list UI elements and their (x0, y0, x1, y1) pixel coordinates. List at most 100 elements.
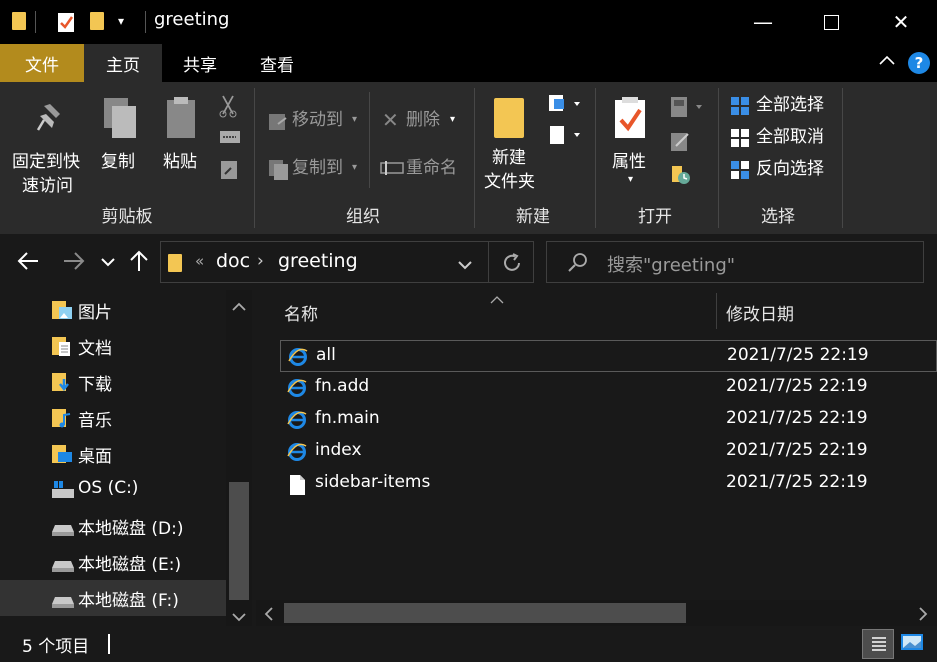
file-row[interactable]: fn.main 2021/7/25 22:19 (280, 404, 937, 436)
breadcrumb-greeting[interactable]: greeting (278, 250, 358, 272)
sidebar-item-os-c[interactable]: OS (C:) (0, 472, 226, 508)
properties-button[interactable]: 属性 ▾ (604, 88, 660, 196)
folder-icon (168, 254, 182, 272)
ribbon: 固定到快 速访问 复制 粘贴 剪贴板 移动到 ▾ 复制到 ▾ ✕ 删除 ▾ 重命… (0, 82, 937, 234)
invert-selection-button[interactable]: 反向选择 (728, 156, 838, 184)
pin-to-quick-access-button[interactable]: 固定到快 速访问 (8, 88, 92, 196)
minimize-button[interactable]: — (728, 0, 798, 44)
move-to-button[interactable]: 移动到 ▾ (264, 104, 364, 136)
open-icon[interactable] (670, 96, 706, 122)
pin-icon (34, 98, 66, 138)
properties-label: 属性 (612, 152, 646, 172)
ie-html-icon (287, 442, 307, 462)
sidebar-scrollbar[interactable] (226, 290, 252, 626)
file-row[interactable]: sidebar-items 2021/7/25 22:19 (280, 468, 937, 500)
sidebar-item-label: 本地磁盘 (F:) (78, 591, 179, 611)
file-list: 名称 修改日期 all 2021/7/25 22:19 fn.add 2021/… (256, 290, 937, 626)
move-to-label: 移动到 (292, 110, 343, 130)
details-view-button[interactable] (862, 629, 894, 659)
file-date: 2021/7/25 22:19 (726, 440, 868, 460)
new-folder-quick-icon[interactable] (90, 12, 104, 30)
select-all-button[interactable]: 全部选择 (728, 92, 838, 120)
tab-share[interactable]: 共享 (162, 44, 238, 82)
sidebar-item-label: 本地磁盘 (E:) (78, 555, 182, 575)
group-label-organize: 组织 (346, 207, 380, 227)
properties-quick-icon[interactable] (57, 11, 75, 33)
copy-path-icon[interactable] (219, 128, 241, 150)
cut-icon[interactable] (219, 94, 239, 122)
large-icons-view-button[interactable] (900, 632, 924, 656)
maximize-button[interactable] (796, 0, 866, 44)
group-separator (718, 88, 719, 228)
paste-shortcut-icon[interactable] (219, 158, 239, 184)
sidebar-item-drive-e[interactable]: 本地磁盘 (E:) (0, 544, 226, 580)
address-bar[interactable]: « doc › greeting (160, 241, 534, 283)
new-folder-button[interactable]: 新建 文件夹 (480, 88, 542, 196)
up-icon[interactable] (128, 249, 150, 277)
large-icons-view-icon (901, 634, 923, 650)
file-row[interactable]: all 2021/7/25 22:19 (280, 340, 937, 372)
scroll-down-icon[interactable] (232, 608, 246, 626)
close-button[interactable]: ✕ (866, 0, 936, 44)
history-icon[interactable] (670, 162, 692, 190)
column-header-name[interactable]: 名称 (284, 300, 318, 325)
delete-label: 删除 (406, 110, 440, 130)
sidebar-item-desktop[interactable]: 桌面 (0, 436, 226, 472)
horizontal-scrollbar[interactable] (256, 600, 937, 626)
help-icon[interactable]: ? (908, 52, 930, 74)
navigation-pane: 图片 文档 下载 音乐 桌面 OS (C:) 本地磁盘 (D:) 本地磁盘 (E… (0, 290, 256, 626)
search-icon (567, 252, 589, 278)
delete-button[interactable]: ✕ 删除 ▾ (378, 104, 462, 136)
sidebar-item-music[interactable]: 音乐 (0, 400, 226, 436)
customize-quick-access-chevron-icon[interactable]: ▾ (118, 14, 124, 28)
scroll-left-icon[interactable] (264, 607, 274, 625)
sidebar-item-drive-d[interactable]: 本地磁盘 (D:) (0, 508, 226, 544)
paste-button[interactable]: 粘贴 (158, 88, 204, 178)
column-divider[interactable] (716, 293, 717, 329)
window-title: greeting (154, 9, 230, 30)
column-header-date[interactable]: 修改日期 (726, 300, 794, 325)
edit-icon[interactable] (670, 130, 692, 156)
horizontal-scrollbar-thumb[interactable] (284, 603, 686, 623)
sidebar-item-label: 下载 (78, 375, 112, 395)
properties-icon (614, 96, 648, 144)
scroll-up-icon[interactable] (232, 298, 246, 316)
move-to-icon (268, 110, 288, 136)
status-bar: 5 个项目 (0, 626, 937, 662)
sidebar-scrollbar-thumb[interactable] (229, 482, 249, 600)
pin-label-line2: 速访问 (22, 176, 73, 196)
copy-button[interactable]: 复制 (96, 88, 142, 178)
group-label-clipboard: 剪贴板 (101, 207, 153, 227)
copy-to-button[interactable]: 复制到 ▾ (264, 152, 364, 184)
sidebar-item-label: 桌面 (78, 447, 112, 467)
new-item-icon[interactable] (548, 94, 584, 118)
navigation-bar: « doc › greeting 搜索"greeting" (0, 234, 937, 290)
tab-home[interactable]: 主页 (84, 44, 162, 82)
scroll-right-icon[interactable] (918, 607, 928, 625)
recent-locations-chevron-icon[interactable] (100, 254, 116, 272)
address-dropdown-chevron-icon[interactable] (457, 257, 473, 275)
sidebar-item-drive-f[interactable]: 本地磁盘 (F:) (0, 580, 226, 616)
easy-access-icon[interactable] (548, 124, 584, 150)
address-overflow[interactable]: « (195, 252, 204, 270)
tab-view[interactable]: 查看 (238, 44, 316, 82)
select-all-icon (730, 96, 750, 120)
file-row[interactable]: index 2021/7/25 22:19 (280, 436, 937, 468)
refresh-icon[interactable] (501, 252, 523, 278)
sidebar-item-documents[interactable]: 文档 (0, 328, 226, 364)
breadcrumb-doc[interactable]: doc (216, 250, 250, 272)
new-folder-label-line1: 新建 (492, 148, 526, 168)
tab-file[interactable]: 文件 (0, 44, 84, 82)
search-box[interactable]: 搜索"greeting" (546, 241, 924, 283)
back-icon[interactable] (16, 250, 40, 276)
file-row[interactable]: fn.add 2021/7/25 22:19 (280, 372, 937, 404)
select-none-button[interactable]: 全部取消 (728, 124, 838, 152)
collapse-ribbon-icon[interactable] (878, 52, 896, 74)
file-name: sidebar-items (315, 472, 431, 492)
search-input[interactable]: 搜索"greeting" (607, 251, 735, 277)
drive-icon (52, 553, 74, 572)
sidebar-item-pictures[interactable]: 图片 (0, 292, 226, 328)
forward-icon[interactable] (62, 250, 86, 276)
rename-button[interactable]: 重命名 (378, 152, 468, 184)
sidebar-item-downloads[interactable]: 下载 (0, 364, 226, 400)
